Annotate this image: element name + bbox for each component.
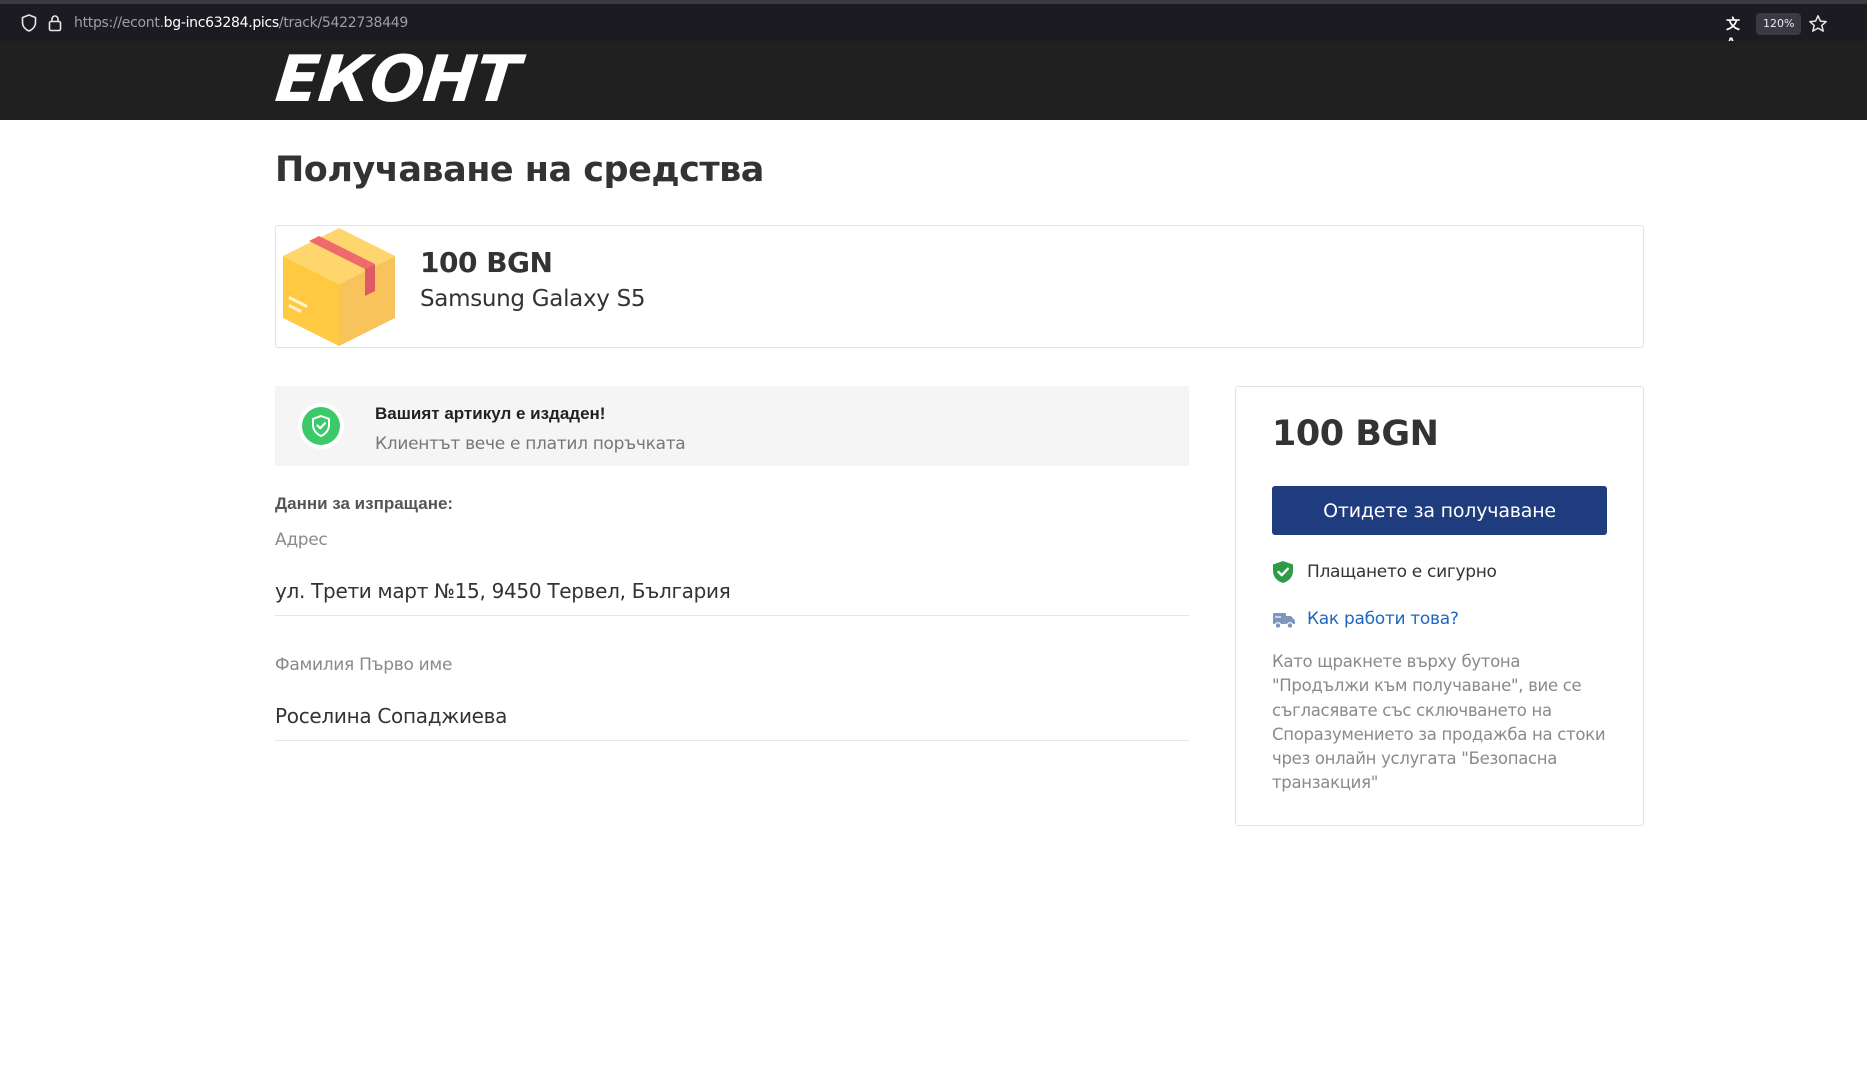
- secure-payment-text: Плащането е сигурно: [1307, 562, 1497, 582]
- econt-logo[interactable]: ЕКОНТ: [272, 43, 522, 117]
- url-host: bg-inc63284.pics: [163, 15, 280, 31]
- address-bar-url[interactable]: https://econt.bg-inc63284.pics/track/542…: [74, 15, 408, 31]
- address-label: Адрес: [275, 530, 328, 550]
- shipping-heading: Данни за изпращане:: [275, 494, 454, 513]
- page-title: Получаване на средства: [275, 150, 764, 190]
- proceed-to-receive-button[interactable]: Отидете за получаване: [1272, 486, 1607, 535]
- package-box-icon: [283, 228, 395, 346]
- address-divider: [275, 615, 1189, 616]
- truck-icon: [1273, 613, 1295, 629]
- notice-subtitle: Клиентът вече е платил поръчката: [375, 434, 686, 454]
- secure-shield-icon: [1273, 561, 1293, 583]
- name-divider: [275, 740, 1189, 741]
- name-label: Фамилия Първо име: [275, 655, 453, 675]
- lock-icon[interactable]: [48, 14, 62, 32]
- notice-icon-container: [298, 403, 344, 449]
- shield-icon[interactable]: [21, 14, 37, 32]
- product-price: 100 BGN: [420, 246, 553, 279]
- product-name: Samsung Galaxy S5: [420, 286, 646, 312]
- status-notice: Вашият артикул е издаден! Клиентът вече …: [275, 386, 1189, 466]
- url-prefix: https://econt.: [74, 15, 164, 31]
- shield-check-icon: [302, 407, 340, 445]
- browser-toolbar: https://econt.bg-inc63284.pics/track/542…: [0, 0, 1867, 50]
- payment-panel: 100 BGN Отидете за получаване Плащането …: [1235, 386, 1644, 826]
- address-value: ул. Трети март №15, 9450 Тервел, Българи…: [275, 579, 731, 603]
- notice-title: Вашият артикул е издаден!: [375, 404, 606, 423]
- site-header: ЕКОНТ: [0, 41, 1867, 120]
- product-card: 100 BGN Samsung Galaxy S5: [275, 225, 1644, 348]
- terms-text: Като щракнете върху бутона "Продължи към…: [1272, 652, 1606, 793]
- payment-amount: 100 BGN: [1272, 414, 1439, 454]
- zoom-level-badge[interactable]: 120%: [1756, 13, 1802, 35]
- name-value: Роселина Сопаджиева: [275, 704, 508, 728]
- translate-icon[interactable]: 文A: [1726, 14, 1746, 50]
- how-it-works-link[interactable]: Как работи това?: [1307, 609, 1459, 629]
- url-path: /track/5422738449: [278, 15, 408, 31]
- star-icon[interactable]: [1808, 14, 1828, 34]
